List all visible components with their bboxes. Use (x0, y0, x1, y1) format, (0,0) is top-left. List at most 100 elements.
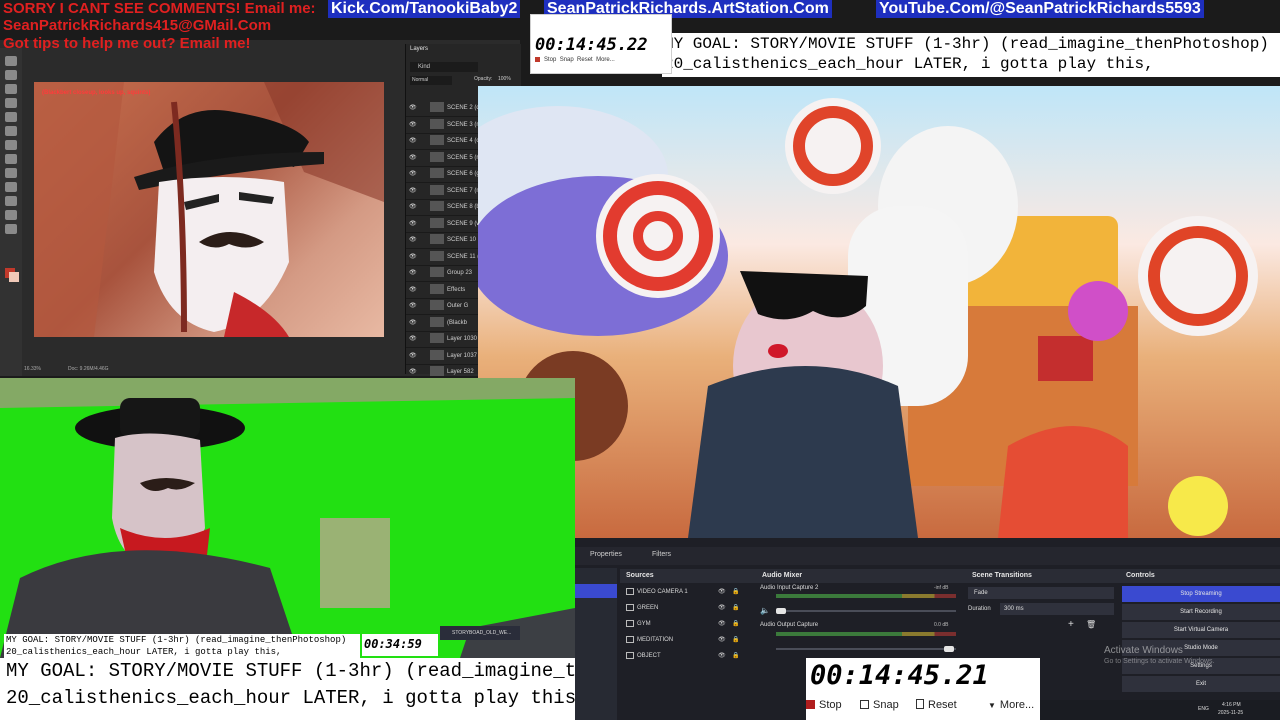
source-item[interactable]: GYM 👁 🔒 (622, 617, 750, 631)
photoshop-canvas[interactable]: (Blackbert closeup, looks up, squints) (34, 82, 384, 337)
activate-windows-subtitle: Go to Settings to activate Windows. (1104, 658, 1215, 665)
pen-tool-icon[interactable] (5, 182, 17, 192)
greenscreen-camera-feed (0, 378, 575, 658)
trash-icon[interactable]: 🗑 (1086, 620, 1096, 629)
taskbar-storyboard-item[interactable]: STORYBOAD_OLD_WE... (440, 626, 520, 640)
visibility-eye-icon[interactable]: 👁 (409, 216, 417, 232)
mixer-track-2-meter (776, 632, 956, 636)
source-name: OBJECT (637, 653, 661, 659)
source-lock-icon[interactable]: 🔒 (732, 633, 739, 647)
speaker-icon[interactable]: 🔈 (760, 606, 770, 615)
visibility-eye-icon[interactable]: 👁 (409, 249, 417, 265)
banner-youtube-link[interactable]: YouTube.Com/@SeanPatrickRichards5593 (876, 0, 1204, 18)
zoom-tool-icon[interactable] (5, 224, 17, 234)
visibility-eye-icon[interactable]: 👁 (409, 348, 417, 364)
visibility-eye-icon[interactable]: 👁 (409, 315, 417, 331)
source-type-icon (626, 619, 634, 627)
visibility-eye-icon[interactable]: 👁 (409, 282, 417, 298)
camera-icon (860, 700, 869, 709)
source-lock-icon[interactable]: 🔒 (732, 585, 739, 599)
layer-name: Layer 1030 (447, 336, 478, 342)
controls-header: Controls (1120, 569, 1280, 583)
brush-tool-icon[interactable] (5, 126, 17, 136)
start-virtual-camera-button[interactable]: Start Virtual Camera (1122, 622, 1280, 638)
marquee-tool-icon[interactable] (5, 70, 17, 80)
layer-name: Group 23 (447, 270, 473, 276)
clock-time[interactable]: 4:16 PM (1222, 702, 1241, 708)
shape-tool-icon[interactable] (5, 196, 17, 206)
mixer-track-2-handle[interactable] (944, 646, 954, 652)
layer-kind-filter[interactable]: Kind (410, 62, 478, 72)
visibility-eye-icon[interactable]: 👁 (409, 199, 417, 215)
timer-more-top[interactable]: More... (596, 57, 615, 63)
clock-date[interactable]: 2025-11-25 (1218, 710, 1243, 716)
timer-stop-button[interactable]: Stop (819, 699, 842, 711)
source-lock-icon[interactable]: 🔒 (732, 601, 739, 615)
source-item[interactable]: VIDEO CAMERA 1 👁 🔒 (622, 585, 750, 599)
ps-zoom-status: 16.33% (24, 366, 41, 372)
visibility-eye-icon[interactable]: 👁 (409, 331, 417, 347)
visibility-eye-icon[interactable]: 👁 (409, 150, 417, 166)
visibility-eye-icon[interactable]: 👁 (409, 117, 417, 133)
source-item[interactable]: MEDITATION 👁 🔒 (622, 633, 750, 647)
timer-stop-top[interactable]: Stop (544, 57, 556, 63)
visibility-eye-icon[interactable]: 👁 (409, 166, 417, 182)
language-indicator[interactable]: ENG (1198, 706, 1209, 712)
visibility-eye-icon[interactable]: 👁 (409, 183, 417, 199)
visibility-eye-icon[interactable]: 👁 (409, 232, 417, 248)
source-lock-icon[interactable]: 🔒 (732, 649, 739, 663)
source-visibility-icon[interactable]: 👁 (718, 585, 726, 599)
wand-tool-icon[interactable] (5, 98, 17, 108)
blend-mode-select[interactable]: Normal (410, 76, 452, 85)
audio-mixer-header: Audio Mixer (756, 569, 966, 583)
duration-input[interactable]: 300 ms (1000, 603, 1114, 615)
stamp-tool-icon[interactable] (5, 140, 17, 150)
mixer-track-1-level: -inf dB (934, 585, 949, 591)
text-tool-icon[interactable] (5, 168, 17, 178)
goal-line2-bottom: 20_calisthenics_each_hour LATER, i gotta… (6, 687, 588, 709)
timer-reset-top[interactable]: Reset (577, 57, 593, 63)
source-visibility-icon[interactable]: 👁 (718, 617, 726, 631)
source-item[interactable]: GREEN 👁 🔒 (622, 601, 750, 615)
mixer-track-1-slider[interactable] (776, 610, 956, 612)
mixer-track-1-meter (776, 594, 956, 598)
source-visibility-icon[interactable]: 👁 (718, 601, 726, 615)
timer-snap-top[interactable]: Snap (560, 57, 574, 63)
layer-thumbnail (430, 168, 444, 179)
layer-thumbnail (430, 201, 444, 212)
timer-snap-button[interactable]: Snap (873, 699, 899, 711)
timer-reset-button[interactable]: Reset (928, 699, 957, 711)
source-item[interactable]: OBJECT 👁 🔒 (622, 649, 750, 663)
source-visibility-icon[interactable]: 👁 (718, 633, 726, 647)
mixer-track-2-slider[interactable] (776, 648, 956, 650)
source-lock-icon[interactable]: 🔒 (732, 617, 739, 631)
start-recording-button[interactable]: Start Recording (1122, 604, 1280, 620)
background-color-swatch[interactable] (9, 272, 19, 282)
banner-kick-link[interactable]: Kick.Com/TanookiBaby2 (328, 0, 521, 18)
timer-more-button[interactable]: More... (1000, 699, 1034, 711)
crop-tool-icon[interactable] (5, 112, 17, 122)
stop-streaming-button[interactable]: Stop Streaming (1122, 586, 1280, 602)
visibility-eye-icon[interactable]: 👁 (409, 100, 417, 116)
eraser-tool-icon[interactable] (5, 154, 17, 164)
visibility-eye-icon[interactable]: 👁 (409, 133, 417, 149)
mixer-track-2-level: 0.0 dB (934, 622, 949, 628)
obs-tab-properties[interactable]: Properties (590, 551, 622, 558)
visibility-eye-icon[interactable]: 👁 (409, 265, 417, 281)
lasso-tool-icon[interactable] (5, 84, 17, 94)
visibility-eye-icon[interactable]: 👁 (409, 298, 417, 314)
add-transition-icon[interactable]: + (1068, 619, 1074, 630)
document-icon (916, 699, 924, 709)
hand-tool-icon[interactable] (5, 210, 17, 220)
obs-tab-filters[interactable]: Filters (652, 551, 671, 558)
exit-button[interactable]: Exit (1122, 676, 1280, 692)
scene-selected[interactable] (575, 584, 617, 598)
source-visibility-icon[interactable]: 👁 (718, 649, 726, 663)
source-type-icon (626, 635, 634, 643)
mixer-track-1-handle[interactable] (776, 608, 786, 614)
banner-tips: Got tips to help me out? Email me! (3, 35, 251, 52)
transition-select[interactable]: Fade (968, 587, 1114, 599)
opacity-value[interactable]: 100% (498, 76, 511, 82)
layer-thumbnail (430, 135, 444, 146)
activate-windows-title: Activate Windows (1104, 645, 1183, 656)
